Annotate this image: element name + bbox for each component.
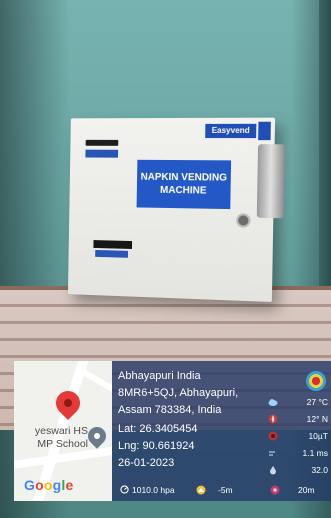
location-info: Abhayapuri India 8MR6+5QJ, Abhayapuri, A…: [118, 369, 268, 473]
address-line2: Assam 783384, India: [118, 403, 268, 417]
machine-label-line2: MACHINE: [137, 184, 231, 198]
map-place-line1: yeswari HS: [14, 425, 88, 438]
magnet-icon: [268, 431, 278, 441]
sensor-metrics: 27 °C 12° N 10µT 1.1 ms 32.0: [268, 395, 330, 480]
location-title: Abhayapuri India: [118, 369, 268, 383]
map-thumbnail: yeswari HS MP School Google: [14, 361, 112, 501]
altitude-icon: [196, 485, 206, 497]
cloud-icon: [268, 397, 278, 407]
dispense-slot-label: [95, 250, 128, 258]
accuracy-icon: [270, 485, 280, 497]
door-edge: [319, 0, 331, 330]
machine-mini-label: [258, 122, 271, 140]
machine-main-label: NAPKIN VENDING MACHINE: [137, 160, 232, 209]
coin-slot: [86, 140, 119, 146]
coin-slot-label: [85, 150, 118, 158]
bottom-metrics: 1010.0 hpa -5m 20m: [118, 485, 330, 499]
weather-app-icon: [306, 371, 326, 391]
map-place-line2: MP School: [14, 438, 88, 451]
machine-brand-label: Easyvend: [205, 124, 256, 138]
capture-date: 26-01-2023: [118, 456, 268, 470]
metric-temperature: 27 °C: [268, 395, 330, 412]
google-logo: Google: [24, 477, 73, 493]
napkin-vending-machine: Easyvend NAPKIN VENDING MACHINE: [68, 118, 275, 302]
longitude: Lng: 90.661924: [118, 439, 268, 453]
pressure-value: 1010.0 hpa: [132, 485, 175, 495]
machine-label-line1: NAPKIN VENDING: [137, 171, 231, 185]
coin-mechanism: [257, 144, 285, 218]
altitude-value: -5m: [218, 485, 233, 495]
dispense-slot: [93, 240, 132, 249]
latitude: Lat: 26.3405454: [118, 422, 268, 436]
metric-heading: 12° N: [268, 412, 330, 429]
address-line1: 8MR6+5QJ, Abhayapuri,: [118, 386, 268, 400]
geotag-overlay: yeswari HS MP School Google Abhayapuri I…: [14, 361, 331, 501]
school-pin-dot: [94, 433, 100, 439]
lock-keyhole: [236, 213, 251, 228]
map-place-name: yeswari HS MP School: [14, 425, 88, 451]
pressure-icon: [120, 485, 129, 496]
metric-wind: 1.1 ms: [268, 446, 330, 463]
map-road: [77, 366, 112, 401]
accuracy-value: 20m: [298, 485, 315, 495]
metric-magnetic: 10µT: [268, 429, 330, 446]
map-pin-dot: [64, 399, 72, 407]
wind-icon: [268, 448, 278, 458]
metric-humidity: 32.0: [268, 463, 330, 480]
compass-icon: [268, 414, 278, 424]
humidity-icon: [268, 465, 278, 475]
